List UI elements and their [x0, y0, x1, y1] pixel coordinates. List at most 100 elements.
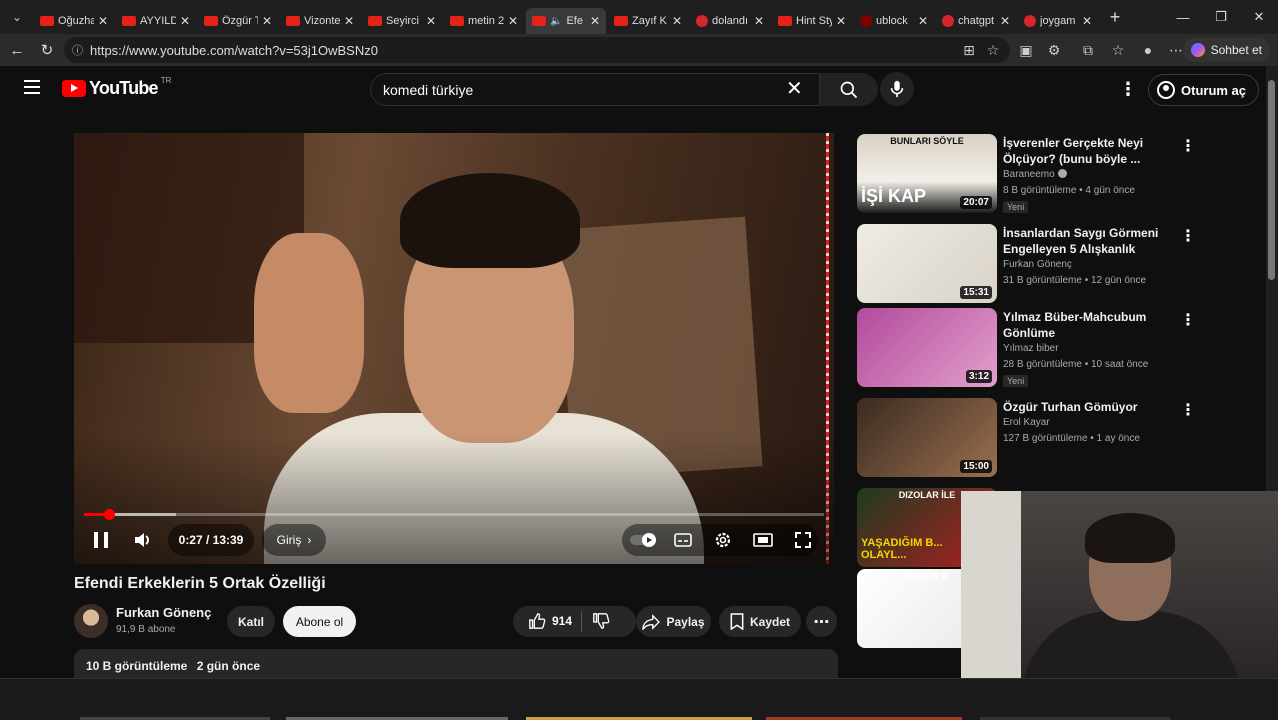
recommendation-channel[interactable]: Baraneemo — [1003, 169, 1067, 180]
more-vertical-icon[interactable]: ⋮ — [1180, 310, 1196, 330]
recommendation-channel[interactable]: Furkan Gönenç — [1003, 259, 1072, 270]
like-button[interactable]: 914 — [520, 611, 580, 631]
search-icon — [840, 81, 858, 98]
more-vertical-icon[interactable]: ⋮ — [1180, 226, 1196, 246]
more-vertical-icon[interactable]: ⋮ — [1180, 136, 1196, 156]
tab-close-icon[interactable]: ✕ — [590, 14, 600, 28]
tab-close-icon[interactable]: ✕ — [918, 14, 928, 28]
menu-icon[interactable] — [24, 80, 40, 94]
progress-bar[interactable] — [84, 513, 824, 516]
tab-close-icon[interactable]: ✕ — [262, 14, 272, 28]
sign-in-button[interactable]: Oturum aç — [1148, 74, 1260, 106]
recommendation-title[interactable]: İşverenler Gerçekte Neyi Ölçüyor? (bunu … — [1003, 135, 1173, 167]
tab-close-icon[interactable]: ✕ — [98, 14, 108, 28]
recommendation-title[interactable]: Yılmaz Büber-Mahcubum Gönlüme — [1003, 309, 1173, 341]
split-screen-icon[interactable]: ⧉ — [1074, 34, 1102, 66]
share-button[interactable]: Paylaş — [636, 606, 711, 637]
yandex-favicon-icon — [696, 15, 708, 27]
browser-tab[interactable]: Seyirci İ ✕ — [362, 8, 442, 34]
save-button[interactable]: Kaydet — [719, 606, 801, 637]
like-count: 914 — [551, 614, 573, 628]
recommendation-title[interactable]: İnsanlardan Saygı Görmeni Engelleyen 5 A… — [1003, 225, 1173, 257]
restore-icon[interactable]: ❐ — [1202, 0, 1240, 34]
recommendation-item[interactable]: 3:12 Yılmaz Büber-Mahcubum Gönlüme Yılmaz … — [857, 308, 1197, 388]
video-player[interactable] — [74, 133, 834, 564]
tab-audio-icon[interactable]: 🔈 — [550, 16, 562, 27]
settings-menu-icon[interactable]: ⋮ — [1119, 80, 1137, 98]
chapter-button[interactable]: Giriş › — [262, 524, 326, 556]
close-window-icon[interactable]: ✕ — [1240, 0, 1278, 34]
more-vertical-icon[interactable]: ⋮ — [1180, 400, 1196, 420]
pause-icon[interactable] — [94, 532, 108, 548]
site-info-icon[interactable]: ⓘ — [72, 42, 90, 58]
refresh-icon[interactable]: ↻ — [32, 35, 62, 65]
subscribe-button[interactable]: Abone ol — [283, 606, 356, 637]
extensions-puzzle-icon[interactable]: ⚙ — [1040, 34, 1068, 66]
browser-tab[interactable]: chatgpt ✕ — [936, 8, 1016, 34]
fullscreen-icon[interactable] — [793, 530, 813, 550]
video-thumbnail[interactable]: 15:31 — [857, 224, 997, 303]
autoplay-toggle[interactable] — [630, 532, 660, 548]
browser-tabstrip: ⌄ Oğuzha✕AYYILDI✕Özgür T✕Vizonte✕Seyirci… — [0, 0, 1278, 34]
tab-list-icon[interactable]: ⌄ — [0, 0, 34, 34]
tab-close-icon[interactable]: ✕ — [508, 14, 518, 28]
tab-close-icon[interactable]: ✕ — [836, 14, 846, 28]
favorites-icon[interactable]: ☆ — [1104, 34, 1132, 66]
search-input[interactable]: komedi türkiye — [370, 73, 820, 106]
recommendation-item[interactable]: 15:00 Özgür Turhan Gömüyor Erol Kayar 127 B… — [857, 398, 1197, 478]
clear-search-icon[interactable]: ✕ — [786, 78, 803, 100]
browser-tab[interactable]: Zayıf K ✕ — [608, 8, 688, 34]
video-thumbnail[interactable]: 15:00 — [857, 398, 997, 477]
minimize-icon[interactable]: — — [1164, 0, 1202, 34]
channel-label: Furkan Gönenç — [1003, 259, 1072, 270]
tab-close-icon[interactable]: ✕ — [754, 14, 764, 28]
new-tab-button[interactable]: + — [1100, 7, 1130, 28]
address-bar[interactable]: ⓘ https://www.youtube.com/watch?v=53j1Ow… — [64, 37, 1010, 63]
browser-tab[interactable]: 🔈 Efe ✕ — [526, 8, 606, 34]
search-button[interactable] — [820, 73, 878, 106]
settings-gear-icon[interactable] — [712, 529, 734, 551]
tab-close-icon[interactable]: ✕ — [180, 14, 190, 28]
browser-tab[interactable]: Oğuzha ✕ — [34, 8, 114, 34]
tab-close-icon[interactable]: ✕ — [344, 14, 354, 28]
join-button[interactable]: Katıl — [227, 606, 275, 637]
channel-label: Yılmaz biber — [1003, 343, 1059, 354]
youtube-logo[interactable]: YouTube TR — [62, 76, 171, 99]
profile-icon[interactable]: ● — [1134, 34, 1162, 66]
video-thumbnail[interactable]: BUNLARI SÖYLE İŞİ KAP 20:07 — [857, 134, 997, 213]
browser-tab[interactable]: Hint Sty ✕ — [772, 8, 852, 34]
browser-tab[interactable]: dolandı ✕ — [690, 8, 770, 34]
tab-label: Hint Sty — [796, 15, 832, 27]
recommendation-item[interactable]: BUNLARI SÖYLE İŞİ KAP 20:07 İşverenler Gerç… — [857, 134, 1197, 214]
browser-tab[interactable]: Vizonte ✕ — [280, 8, 360, 34]
video-thumbnail[interactable]: 3:12 — [857, 308, 997, 387]
copilot-button[interactable]: Sohbet et — [1182, 38, 1270, 62]
voice-search-button[interactable] — [880, 72, 914, 106]
browser-tab[interactable]: Özgür T ✕ — [198, 8, 278, 34]
scrollbar-thumb[interactable] — [1268, 80, 1275, 280]
theater-mode-icon[interactable] — [752, 530, 774, 550]
tab-close-icon[interactable]: ✕ — [1082, 14, 1092, 28]
browser-tab[interactable]: metin 2 ✕ — [444, 8, 524, 34]
channel-name[interactable]: Furkan Gönenç — [116, 605, 211, 620]
extension-icon[interactable]: ▣ — [1012, 34, 1040, 66]
recommendation-channel[interactable]: Yılmaz biber — [1003, 343, 1059, 354]
subtitles-icon[interactable] — [673, 530, 693, 550]
browser-tab[interactable]: AYYILDI ✕ — [116, 8, 196, 34]
tab-close-icon[interactable]: ✕ — [1000, 14, 1010, 28]
tab-close-icon[interactable]: ✕ — [672, 14, 682, 28]
dislike-button[interactable] — [590, 611, 612, 631]
channel-avatar[interactable] — [74, 604, 108, 638]
recommendation-channel[interactable]: Erol Kayar — [1003, 417, 1050, 428]
tab-close-icon[interactable]: ✕ — [426, 14, 436, 28]
recommendation-item[interactable]: 15:31 İnsanlardan Saygı Görmeni Engelleye… — [857, 224, 1197, 304]
account-icon — [1157, 81, 1175, 99]
video-duration: 15:00 — [960, 460, 992, 473]
more-actions-button[interactable]: ⋯ — [806, 606, 837, 637]
browser-tab[interactable]: joygam ✕ — [1018, 8, 1098, 34]
favorite-star-icon[interactable]: ☆ — [979, 34, 1007, 66]
back-icon[interactable]: ← — [2, 35, 32, 65]
recommendation-title[interactable]: Özgür Turhan Gömüyor — [1003, 399, 1173, 415]
volume-icon[interactable] — [132, 530, 154, 550]
browser-tab[interactable]: ublock ✕ — [854, 8, 934, 34]
